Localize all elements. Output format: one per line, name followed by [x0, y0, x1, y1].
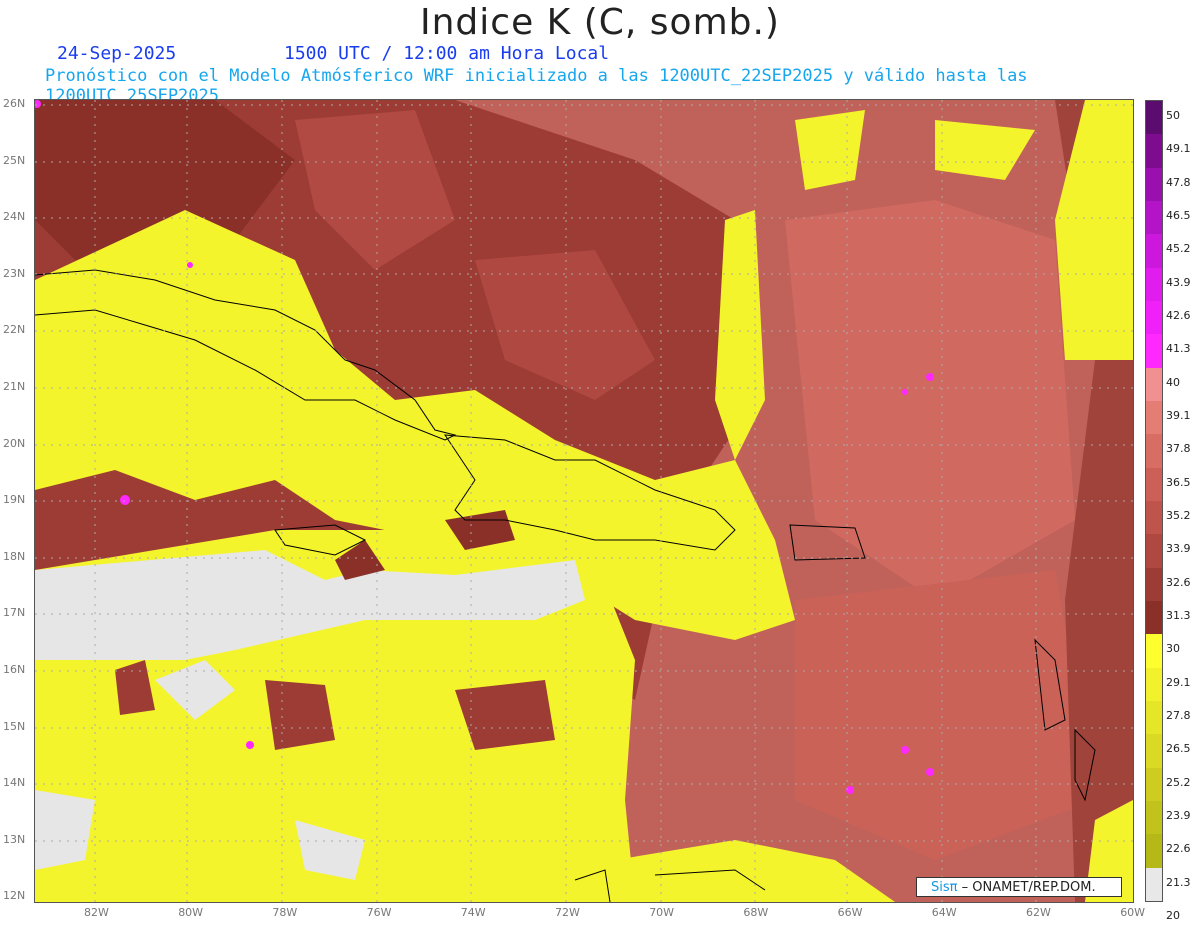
chart-title: Indice K (C, somb.) — [420, 2, 780, 43]
colorbar-tick: 29.1 — [1166, 675, 1191, 689]
colorbar-swatch — [1146, 534, 1162, 568]
colorbar-swatch — [1146, 567, 1162, 601]
colorbar-tick: 20 — [1166, 909, 1180, 922]
lon-label: 80W — [178, 906, 204, 919]
colorbar-tick: 45.2 — [1166, 242, 1191, 256]
colorbar-swatch — [1146, 367, 1162, 401]
time-label: 1500 UTC / 12:00 am Hora Local — [284, 43, 610, 64]
date-label: 24-Sep-2025 — [57, 43, 177, 64]
colorbar-swatch — [1146, 500, 1162, 535]
colorbar-tick: 31.3 — [1166, 609, 1191, 622]
colorbar-swatch — [1146, 600, 1162, 635]
colorbar-swatch — [1146, 767, 1162, 801]
colorbar-swatch — [1146, 700, 1162, 735]
colorbar-tick: 40 — [1166, 375, 1180, 389]
colorbar-tick: 32.6 — [1166, 575, 1191, 589]
colorbar-tick: 43.9 — [1166, 275, 1191, 289]
lon-label: 74W — [460, 906, 486, 919]
colorbar-swatch — [1146, 467, 1162, 501]
colorbar-tick: 37.8 — [1166, 442, 1191, 456]
colorbar-tick: 21.3 — [1166, 875, 1191, 889]
forecast-map — [34, 99, 1134, 903]
colorbar-tick: 23.9 — [1166, 809, 1191, 822]
colorbar-tick: 30 — [1166, 642, 1180, 656]
lat-label: 17N — [3, 606, 26, 620]
colorbar-tick: 22.6 — [1166, 842, 1191, 856]
colorbar-tick: 46.5 — [1166, 209, 1191, 222]
colorbar-swatch — [1146, 334, 1162, 368]
lat-label: 14N — [3, 776, 26, 790]
lon-label: 70W — [649, 906, 675, 919]
lat-label: 24N — [3, 210, 26, 224]
colorbar-swatch — [1146, 667, 1162, 701]
lon-label: 64W — [931, 906, 957, 919]
sisp-brand: Sisπ — [931, 880, 958, 895]
colorbar-tick: 41.3 — [1166, 342, 1191, 356]
lat-label: 12N — [3, 889, 26, 903]
k-index-field — [35, 100, 1133, 902]
colorbar-swatch — [1146, 167, 1162, 201]
colorbar-swatch — [1146, 834, 1162, 868]
colorbar-tick: 25.2 — [1166, 775, 1191, 789]
colorbar-swatch — [1146, 200, 1162, 235]
colorbar-swatch — [1146, 867, 1162, 901]
colorbar-swatch — [1146, 734, 1162, 768]
logo-text: – ONAMET/REP.DOM. — [961, 880, 1096, 895]
onamet-logo: Sisπ – ONAMET/REP.DOM. — [916, 877, 1122, 897]
colorbar-tick: 49.1 — [1166, 142, 1191, 156]
colorbar-tick: 35.2 — [1166, 509, 1191, 522]
colorbar-tick: 33.9 — [1166, 542, 1191, 556]
colorbar-tick: 36.5 — [1166, 475, 1191, 489]
lat-label: 26N — [3, 97, 26, 110]
colorbar-swatch — [1146, 234, 1162, 268]
colorbar-tick: 50 — [1166, 109, 1180, 122]
colorbar-swatch — [1146, 300, 1162, 335]
lat-label: 19N — [3, 493, 26, 507]
lon-label: 60W — [1120, 906, 1146, 919]
colorbar-swatch — [1146, 800, 1162, 835]
colorbar-tick: 42.6 — [1166, 309, 1191, 322]
colorbar-swatch — [1146, 134, 1162, 168]
colorbar-tick: 47.8 — [1166, 175, 1191, 189]
lat-label: 16N — [3, 663, 26, 676]
colorbar-tick: 39.1 — [1166, 409, 1191, 422]
colorbar-swatch — [1146, 400, 1162, 435]
colorbar-swatch — [1146, 434, 1162, 468]
colorbar-swatch — [1146, 101, 1162, 135]
lon-label: 76W — [366, 906, 392, 919]
colorbar-swatch — [1146, 267, 1162, 301]
lon-label: 62W — [1026, 906, 1051, 919]
lat-label: 20N — [3, 436, 26, 450]
lat-label: 18N — [3, 549, 26, 563]
lat-label: 25N — [3, 153, 26, 167]
lat-label: 21N — [3, 380, 26, 393]
lon-label: 82W — [84, 906, 109, 919]
colorbar — [1145, 100, 1163, 902]
colorbar-swatch — [1146, 634, 1162, 668]
lon-label: 78W — [272, 906, 298, 919]
colorbar-tick: 27.8 — [1166, 709, 1191, 722]
lat-label: 22N — [3, 323, 26, 337]
colorbar-tick: 26.5 — [1166, 742, 1191, 756]
lon-label: 72W — [555, 906, 580, 919]
lon-label: 66W — [837, 906, 863, 919]
lat-label: 15N — [3, 719, 26, 733]
lon-label: 68W — [743, 906, 769, 919]
lat-label: 13N — [3, 832, 26, 846]
lat-label: 23N — [3, 266, 26, 280]
